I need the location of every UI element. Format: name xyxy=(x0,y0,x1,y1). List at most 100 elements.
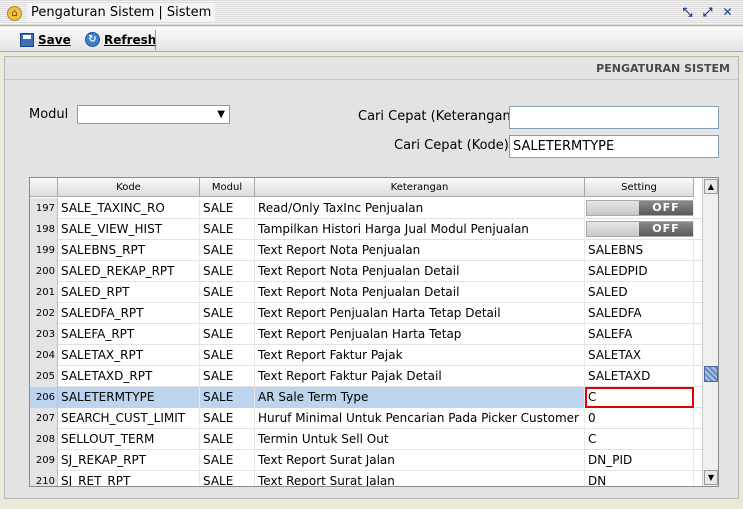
cell-keterangan[interactable]: Read/Only TaxInc Penjualan xyxy=(255,198,585,219)
cari-kode-input[interactable] xyxy=(509,135,719,158)
column-header-modul[interactable]: Modul xyxy=(200,178,255,197)
save-label: Save xyxy=(38,32,71,47)
table-row[interactable]: 198 SALE_VIEW_HIST SALE Tampilkan Histori H… xyxy=(30,219,704,240)
cell-modul[interactable]: SALE xyxy=(200,282,255,303)
table-row[interactable]: 203 SALEFA_RPT SALE Text Report Penjualan H… xyxy=(30,324,704,345)
cell-keterangan[interactable]: Text Report Nota Penjualan Detail xyxy=(255,282,585,303)
cell-keterangan[interactable]: Text Report Surat Jalan xyxy=(255,471,585,486)
cell-modul[interactable]: SALE xyxy=(200,450,255,471)
table-row[interactable]: 205 SALETAXD_RPT SALE Text Report Faktur Pa… xyxy=(30,366,704,387)
setting-toggle[interactable]: OFF xyxy=(586,221,693,237)
cell-setting[interactable]: DN xyxy=(585,471,694,486)
table-row[interactable]: 197 SALE_TAXINC_RO SALE Read/Only TaxInc Pe… xyxy=(30,198,704,219)
table-row[interactable]: 204 SALETAX_RPT SALE Text Report Faktur Paj… xyxy=(30,345,704,366)
cell-kode[interactable]: SALED_REKAP_RPT xyxy=(58,261,200,282)
maximize-icon[interactable]: ⤢ xyxy=(700,5,715,20)
cell-modul[interactable]: SALE xyxy=(200,240,255,261)
table-row[interactable]: 199 SALEBNS_RPT SALE Text Report Nota Penju… xyxy=(30,240,704,261)
cell-modul[interactable]: SALE xyxy=(200,408,255,429)
cell-kode[interactable]: SALETAX_RPT xyxy=(58,345,200,366)
cell-setting[interactable]: SALEDPID xyxy=(585,261,694,282)
cell-keterangan[interactable]: Text Report Nota Penjualan xyxy=(255,240,585,261)
cell-setting[interactable]: SALETAXD xyxy=(585,366,694,387)
table-header: Kode Modul Keterangan Setting xyxy=(30,178,718,197)
cell-keterangan[interactable]: Text Report Penjualan Harta Tetap Detail xyxy=(255,303,585,324)
cell-modul[interactable]: SALE xyxy=(200,471,255,486)
cell-modul[interactable]: SALE xyxy=(200,387,255,408)
chevron-down-icon[interactable]: ▼ xyxy=(217,109,225,120)
cell-setting[interactable]: C xyxy=(585,429,694,450)
cell-modul[interactable]: SALE xyxy=(200,198,255,219)
column-header-setting[interactable]: Setting xyxy=(585,178,694,197)
cell-keterangan[interactable]: Text Report Faktur Pajak xyxy=(255,345,585,366)
cell-keterangan[interactable]: Text Report Penjualan Harta Tetap xyxy=(255,324,585,345)
cell-keterangan[interactable]: Tampilkan Histori Harga Jual Modul Penju… xyxy=(255,219,585,240)
scroll-down-icon[interactable]: ▼ xyxy=(704,470,718,485)
cell-setting[interactable]: 0 xyxy=(585,408,694,429)
row-number: 198 xyxy=(30,219,58,240)
table-row[interactable]: 208 SELLOUT_TERM SALE Termin Untuk Sell Out… xyxy=(30,429,704,450)
cell-modul[interactable]: SALE xyxy=(200,366,255,387)
row-number: 201 xyxy=(30,282,58,303)
modul-select[interactable]: ▼ xyxy=(77,105,230,124)
save-button[interactable]: Save xyxy=(20,30,71,49)
vertical-scrollbar[interactable]: ▲ ▼ xyxy=(702,178,718,486)
cell-kode[interactable]: SEARCH_CUST_LIMIT xyxy=(58,408,200,429)
table-row[interactable]: 202 SALEDFA_RPT SALE Text Report Penjualan … xyxy=(30,303,704,324)
save-icon xyxy=(20,32,34,47)
column-header-kode[interactable]: Kode xyxy=(58,178,200,197)
cell-setting[interactable]: SALEDFA xyxy=(585,303,694,324)
table-row[interactable]: 206 SALETERMTYPE SALE AR Sale Term Type C xyxy=(30,387,704,408)
cell-setting[interactable]: SALED xyxy=(585,282,694,303)
cell-setting[interactable]: OFF xyxy=(585,219,694,240)
cell-setting[interactable]: SALEBNS xyxy=(585,240,694,261)
refresh-icon: ↻ xyxy=(85,32,100,47)
toggle-state-label: OFF xyxy=(639,222,693,236)
column-header-keterangan[interactable]: Keterangan xyxy=(255,178,585,197)
cell-kode[interactable]: SALE_VIEW_HIST xyxy=(58,219,200,240)
cell-setting[interactable]: SALEFA xyxy=(585,324,694,345)
cell-kode[interactable]: SALEDFA_RPT xyxy=(58,303,200,324)
cell-modul[interactable]: SALE xyxy=(200,219,255,240)
cell-modul[interactable]: SALE xyxy=(200,261,255,282)
table-row[interactable]: 207 SEARCH_CUST_LIMIT SALE Huruf Minimal Un… xyxy=(30,408,704,429)
cell-modul[interactable]: SALE xyxy=(200,303,255,324)
scroll-up-icon[interactable]: ▲ xyxy=(704,179,718,194)
cell-kode[interactable]: SALEFA_RPT xyxy=(58,324,200,345)
cell-keterangan[interactable]: Huruf Minimal Untuk Pencarian Pada Picke… xyxy=(255,408,585,429)
cell-setting[interactable]: DN_PID xyxy=(585,450,694,471)
cell-kode[interactable]: SALETERMTYPE xyxy=(58,387,200,408)
refresh-button[interactable]: ↻ Refresh xyxy=(85,30,156,49)
cell-keterangan[interactable]: Termin Untuk Sell Out xyxy=(255,429,585,450)
cell-modul[interactable]: SALE xyxy=(200,429,255,450)
cell-modul[interactable]: SALE xyxy=(200,345,255,366)
cell-kode[interactable]: SJ_REKAP_RPT xyxy=(58,450,200,471)
setting-toggle[interactable]: OFF xyxy=(586,200,693,216)
cell-kode[interactable]: SJ_RET_RPT xyxy=(58,471,200,486)
row-number: 204 xyxy=(30,345,58,366)
cell-kode[interactable]: SALED_RPT xyxy=(58,282,200,303)
cell-setting[interactable]: C xyxy=(585,387,694,408)
table-row[interactable]: 201 SALED_RPT SALE Text Report Nota Penjual… xyxy=(30,282,704,303)
cell-keterangan[interactable]: AR Sale Term Type xyxy=(255,387,585,408)
section-title: PENGATURAN SISTEM xyxy=(596,62,730,75)
cell-kode[interactable]: SELLOUT_TERM xyxy=(58,429,200,450)
table-row[interactable]: 209 SJ_REKAP_RPT SALE Text Report Surat Jal… xyxy=(30,450,704,471)
cell-keterangan[interactable]: Text Report Nota Penjualan Detail xyxy=(255,261,585,282)
app-icon: ⌂ xyxy=(7,6,22,21)
cell-kode[interactable]: SALETAXD_RPT xyxy=(58,366,200,387)
scroll-thumb[interactable] xyxy=(704,366,718,382)
minimize-icon[interactable]: ⤡ xyxy=(680,5,695,20)
cell-setting[interactable]: OFF xyxy=(585,198,694,219)
cell-setting[interactable]: SALETAX xyxy=(585,345,694,366)
cell-keterangan[interactable]: Text Report Faktur Pajak Detail xyxy=(255,366,585,387)
cari-keterangan-input[interactable] xyxy=(509,106,719,129)
cell-kode[interactable]: SALEBNS_RPT xyxy=(58,240,200,261)
cell-modul[interactable]: SALE xyxy=(200,324,255,345)
window-controls: ⤡ ⤢ ✕ xyxy=(680,5,735,20)
cell-keterangan[interactable]: Text Report Surat Jalan xyxy=(255,450,585,471)
close-icon[interactable]: ✕ xyxy=(720,5,735,20)
table-row[interactable]: 210 SJ_RET_RPT SALE Text Report Surat Jalan… xyxy=(30,471,704,486)
table-row[interactable]: 200 SALED_REKAP_RPT SALE Text Report Nota P… xyxy=(30,261,704,282)
cell-kode[interactable]: SALE_TAXINC_RO xyxy=(58,198,200,219)
